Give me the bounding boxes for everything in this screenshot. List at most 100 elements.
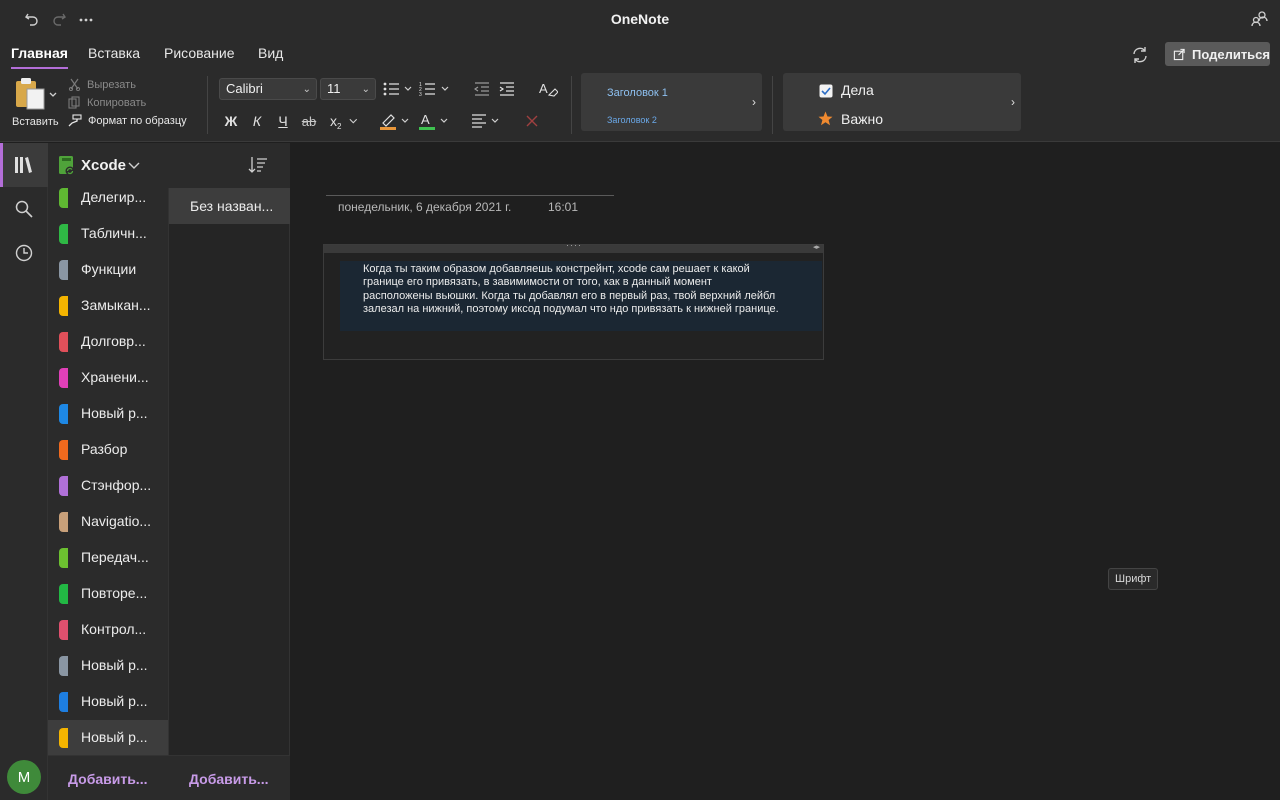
style-heading1[interactable]: Заголовок 1 — [607, 87, 668, 99]
font-color-button[interactable]: A — [418, 110, 450, 132]
highlight-button[interactable] — [379, 110, 411, 132]
avatar[interactable]: M — [7, 760, 41, 794]
section-item[interactable]: Долговр... — [48, 324, 168, 360]
section-item[interactable]: Табличн... — [48, 216, 168, 252]
section-item[interactable]: Передач... — [48, 540, 168, 576]
paste-label: Вставить — [12, 116, 59, 128]
chevron-right-icon[interactable]: › — [752, 95, 756, 109]
note-container[interactable]: ···· ◂▸ Когда ты таким образом добавляеш… — [323, 240, 824, 360]
format-painter-label: Формат по образцу — [88, 114, 187, 127]
drag-dots-icon: ···· — [566, 240, 582, 250]
italic-button[interactable]: К — [247, 111, 267, 131]
section-color-tab — [59, 188, 68, 208]
clear-formatting-button[interactable]: A — [537, 78, 559, 100]
subscript-label: x — [330, 113, 337, 129]
recent-clock-icon[interactable] — [12, 241, 36, 265]
subscript-button[interactable]: x 2 — [330, 111, 358, 131]
tags-gallery[interactable]: Дела Важно › — [783, 73, 1021, 131]
increase-indent-button[interactable] — [497, 79, 517, 99]
page-title-input[interactable] — [326, 195, 614, 196]
section-item[interactable]: Функции — [48, 252, 168, 288]
font-size-value: 11 — [327, 81, 341, 96]
svg-text:A: A — [539, 81, 548, 96]
format-painter-button[interactable]: Формат по образцу — [68, 114, 187, 127]
section-color-tab — [59, 728, 68, 748]
font-color-icon: A — [419, 112, 448, 130]
ribbon-divider — [207, 76, 208, 134]
ribbon-divider — [772, 76, 773, 134]
add-page-button[interactable]: Добавить... — [189, 771, 268, 787]
section-color-tab — [59, 584, 68, 604]
tab-view[interactable]: Вид — [258, 45, 283, 61]
section-item-active[interactable]: Новый р... — [48, 720, 168, 755]
note-selection[interactable]: Когда ты таким образом добавляешь констр… — [340, 261, 822, 331]
align-button[interactable] — [470, 110, 502, 132]
notebook-icon — [59, 156, 75, 176]
tab-home[interactable]: Главная — [11, 45, 68, 69]
numbering-button[interactable]: 123 — [418, 79, 450, 99]
section-label: Navigatio... — [81, 513, 152, 529]
note-drag-handle[interactable]: ···· ◂▸ — [324, 240, 823, 253]
add-section-button[interactable]: Добавить... — [68, 771, 147, 787]
section-item[interactable]: Новый р... — [48, 684, 168, 720]
checkbox-icon[interactable] — [819, 84, 833, 98]
decrease-indent-button[interactable] — [472, 79, 492, 99]
note-text[interactable]: Когда ты таким образом добавляешь констр… — [363, 263, 783, 316]
cut-label: Вырезать — [87, 78, 136, 91]
tag-important[interactable]: Важно — [841, 111, 883, 127]
bold-button[interactable]: Ж — [221, 111, 241, 131]
people-icon[interactable] — [1249, 8, 1271, 30]
font-size-select[interactable]: 11 ⌄ — [320, 78, 376, 100]
tab-insert[interactable]: Вставка — [88, 45, 140, 61]
section-item[interactable]: Контрол... — [48, 612, 168, 648]
tag-todo[interactable]: Дела — [841, 82, 874, 98]
font-family-select[interactable]: Calibri ⌄ — [219, 78, 317, 100]
section-color-tab — [59, 224, 68, 244]
notebooks-icon[interactable] — [12, 153, 36, 177]
subscript-marker: 2 — [337, 121, 342, 131]
page-canvas[interactable]: понедельник, 6 декабря 2021 г. 16:01 ···… — [290, 143, 1280, 800]
search-icon[interactable] — [12, 197, 36, 221]
tab-draw[interactable]: Рисование — [164, 45, 235, 61]
share-button[interactable]: Поделиться — [1165, 42, 1270, 66]
styles-gallery[interactable]: Заголовок 1 Заголовок 2 › — [581, 73, 762, 131]
add-bar: Добавить... Добавить... — [48, 755, 290, 800]
sort-icon[interactable] — [248, 155, 268, 175]
section-color-tab — [59, 332, 68, 352]
section-item[interactable]: Новый р... — [48, 648, 168, 684]
paste-button[interactable]: Вставить — [10, 75, 62, 130]
chevron-down-icon[interactable] — [128, 162, 140, 170]
copy-label: Копировать — [87, 96, 147, 109]
section-label: Разбор — [81, 441, 128, 457]
section-color-tab — [59, 512, 68, 532]
cut-button[interactable]: Вырезать — [68, 78, 136, 91]
star-icon — [818, 111, 833, 126]
clear-formatting-icon: A — [539, 81, 558, 97]
section-label: Передач... — [81, 549, 149, 565]
section-item[interactable]: Разбор — [48, 432, 168, 468]
section-label: Стэнфор... — [81, 477, 152, 493]
chevron-right-icon[interactable]: › — [1011, 95, 1015, 109]
section-item[interactable]: Повторе... — [48, 576, 168, 612]
copy-button[interactable]: Копировать — [68, 96, 146, 109]
section-item[interactable]: Делегир... — [48, 188, 168, 216]
section-item[interactable]: Navigatio... — [48, 504, 168, 540]
section-item[interactable]: Хранени... — [48, 360, 168, 396]
resize-arrows-icon[interactable]: ◂▸ — [813, 243, 820, 251]
align-left-icon — [472, 114, 499, 128]
section-item[interactable]: Стэнфор... — [48, 468, 168, 504]
notebook-name[interactable]: Xcode — [81, 157, 126, 174]
strikethrough-button[interactable]: ab — [299, 111, 319, 131]
notebook-header: Xcode — [48, 143, 290, 188]
ribbon-tabs: Главная Вставка Рисование Вид — [0, 38, 1280, 70]
sync-icon[interactable] — [1130, 45, 1152, 65]
section-item[interactable]: Замыкан... — [48, 288, 168, 324]
underline-button[interactable]: Ч — [273, 111, 293, 131]
style-heading2[interactable]: Заголовок 2 — [607, 115, 657, 125]
bullets-button[interactable] — [381, 79, 413, 99]
clear-button[interactable] — [522, 110, 542, 132]
section-item[interactable]: Новый р... — [48, 396, 168, 432]
section-label: Новый р... — [81, 693, 148, 709]
page-item-active[interactable]: Без назван... — [169, 188, 290, 224]
section-color-tab — [59, 296, 68, 316]
